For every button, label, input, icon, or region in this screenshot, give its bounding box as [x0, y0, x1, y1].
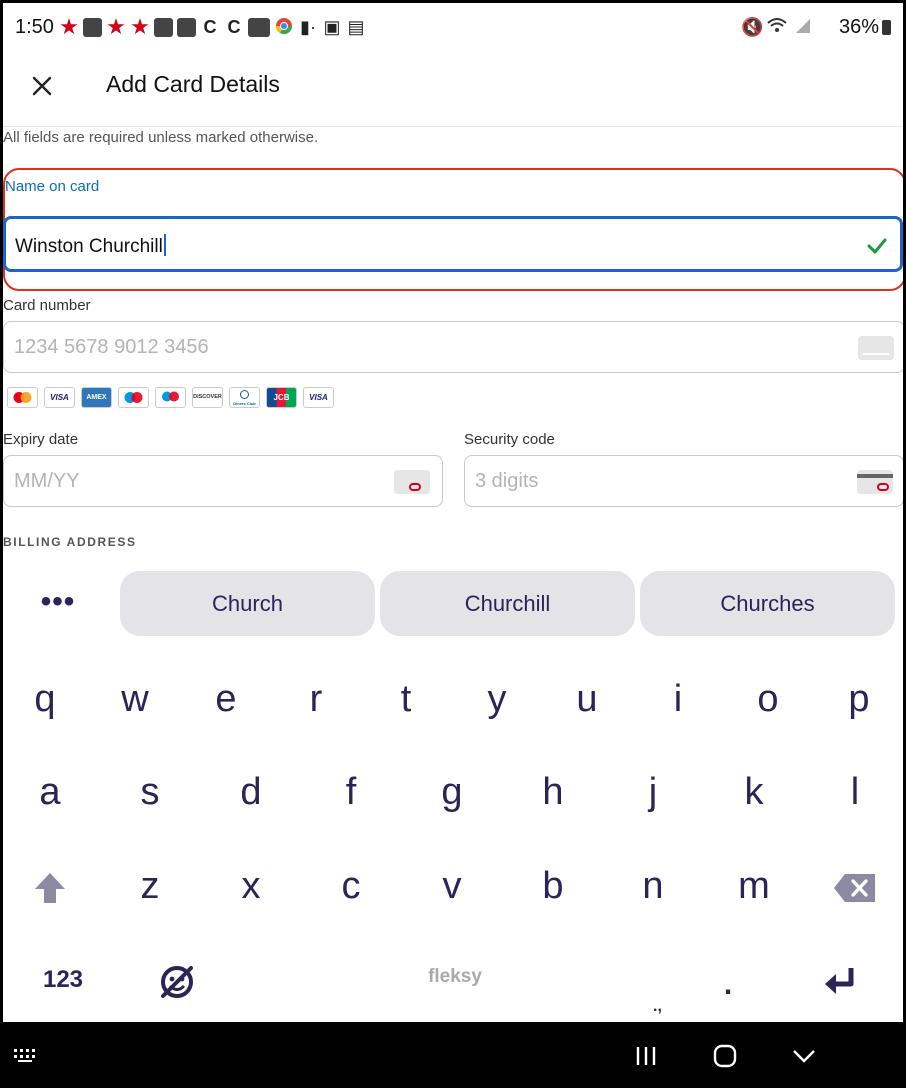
name-on-card-input[interactable]: Winston Churchill	[3, 216, 903, 272]
star-icon: ★	[106, 14, 126, 39]
key-b[interactable]: b	[518, 851, 588, 921]
key-l[interactable]: l	[820, 757, 890, 827]
battery-icon	[882, 20, 891, 35]
calendar-icon: ▤	[347, 17, 365, 37]
key-y[interactable]: y	[462, 664, 532, 734]
close-icon[interactable]	[25, 69, 59, 103]
card-expiry-icon	[394, 470, 430, 494]
maestro-logo	[118, 387, 149, 408]
security-code-label: Security code	[464, 431, 555, 448]
shift-key[interactable]	[15, 851, 85, 921]
discover-logo: DISCOVER	[192, 387, 223, 408]
required-fields-note: All fields are required unless marked ot…	[3, 129, 319, 146]
key-t[interactable]: t	[371, 664, 441, 734]
keyboard-brand-label[interactable]: fleksy	[405, 966, 505, 988]
battery-level: 36%	[838, 16, 879, 38]
shopping-bag-icon	[83, 17, 102, 37]
period-key[interactable]: .	[693, 950, 763, 1020]
amex-logo: AMEX	[81, 387, 112, 408]
system-icons: 🔇	[741, 17, 813, 37]
hide-keyboard-icon[interactable]	[790, 1043, 820, 1069]
system-navigation-bar	[0, 1025, 906, 1088]
c-app-icon: C	[203, 17, 217, 37]
text-cursor	[163, 234, 166, 256]
c-app-icon: C	[227, 17, 241, 37]
key-s[interactable]: s	[115, 757, 185, 827]
card-number-input[interactable]: 1234 5678 9012 3456	[3, 321, 903, 373]
mute-icon: 🔇	[741, 17, 764, 37]
checkmark-icon	[866, 235, 888, 257]
billing-address-heading: BILLING ADDRESS	[3, 535, 137, 549]
key-r[interactable]: r	[281, 664, 351, 734]
key-q[interactable]: q	[10, 664, 80, 734]
key-f[interactable]: f	[316, 757, 386, 827]
key-a[interactable]: a	[15, 757, 85, 827]
jcb-logo: JCB	[266, 387, 297, 408]
key-g[interactable]: g	[417, 757, 487, 827]
signal-icon	[793, 17, 813, 37]
enter-key[interactable]	[805, 945, 875, 1015]
star-icon: ★	[130, 14, 150, 39]
suggestion-church[interactable]: Church	[120, 571, 375, 636]
diners-club-logo: Diners Club	[229, 387, 260, 408]
image-icon: ▣	[323, 17, 341, 37]
key-o[interactable]: o	[733, 664, 803, 734]
key-c[interactable]: c	[316, 851, 386, 921]
page-header: Add Card Details	[3, 51, 903, 127]
visa-logo: VISA	[303, 387, 334, 408]
card-number-label: Card number	[3, 297, 91, 314]
recent-apps-icon[interactable]	[632, 1043, 662, 1069]
key-x[interactable]: x	[216, 851, 286, 921]
ebay-icon	[248, 17, 270, 37]
visa-logo: VISA	[44, 387, 75, 408]
key-m[interactable]: m	[719, 851, 789, 921]
numbers-key[interactable]: 123	[28, 945, 98, 1015]
more-options-button[interactable]: •••	[33, 587, 83, 618]
key-p[interactable]: p	[824, 664, 894, 734]
backspace-key[interactable]	[820, 851, 890, 921]
status-bar: 1:50 ★ ★ ★ C C ▮· ▣ ▤ 🔇 36%	[3, 3, 903, 51]
notification-icons: ★ ★ ★ C C ▮· ▣ ▤	[59, 14, 366, 39]
key-i[interactable]: i	[643, 664, 713, 734]
chrome-icon	[274, 17, 294, 37]
maestro-logo	[155, 387, 186, 408]
shopping-bag-icon	[154, 17, 173, 37]
accepted-cards: VISA AMEX DISCOVER Diners Club JCB VISA	[7, 387, 334, 408]
name-on-card-label: Name on card	[5, 178, 100, 195]
key-k[interactable]: k	[719, 757, 789, 827]
security-code-placeholder: 3 digits	[475, 470, 539, 492]
expiry-date-placeholder: MM/YY	[14, 470, 80, 492]
card-number-placeholder: 1234 5678 9012 3456	[14, 336, 209, 358]
punctuation-hint: .,	[653, 998, 662, 1015]
key-h[interactable]: h	[518, 757, 588, 827]
home-icon[interactable]	[711, 1043, 741, 1069]
expiry-date-label: Expiry date	[3, 431, 79, 448]
key-u[interactable]: u	[552, 664, 622, 734]
mastercard-logo	[7, 387, 38, 408]
security-code-input[interactable]: 3 digits	[464, 455, 903, 507]
credit-card-icon	[858, 336, 894, 360]
key-w[interactable]: w	[100, 664, 170, 734]
dot-icon: ▮·	[300, 17, 316, 37]
shopping-bag-icon	[177, 17, 196, 37]
key-z[interactable]: z	[115, 851, 185, 921]
suggestion-churchill[interactable]: Churchill	[380, 571, 635, 636]
card-cvv-icon	[857, 470, 893, 494]
keyboard-switch-icon[interactable]	[12, 1043, 42, 1069]
expiry-date-input[interactable]: MM/YY	[3, 455, 443, 507]
wifi-icon	[767, 17, 787, 37]
key-n[interactable]: n	[618, 851, 688, 921]
key-j[interactable]: j	[618, 757, 688, 827]
star-icon: ★	[59, 14, 79, 39]
key-e[interactable]: e	[191, 664, 261, 734]
emoji-toggle-icon[interactable]	[142, 945, 212, 1015]
status-time: 1:50	[15, 16, 54, 38]
page-title: Add Card Details	[106, 71, 280, 97]
suggestion-churches[interactable]: Churches	[640, 571, 895, 636]
app-screen: 1:50 ★ ★ ★ C C ▮· ▣ ▤ 🔇 36% Add Card Det…	[3, 3, 903, 1022]
key-d[interactable]: d	[216, 757, 286, 827]
on-screen-keyboard: ••• Church Churchill Churches q w e r t …	[3, 558, 903, 1022]
key-v[interactable]: v	[417, 851, 487, 921]
name-on-card-value: Winston Churchill	[15, 236, 163, 257]
